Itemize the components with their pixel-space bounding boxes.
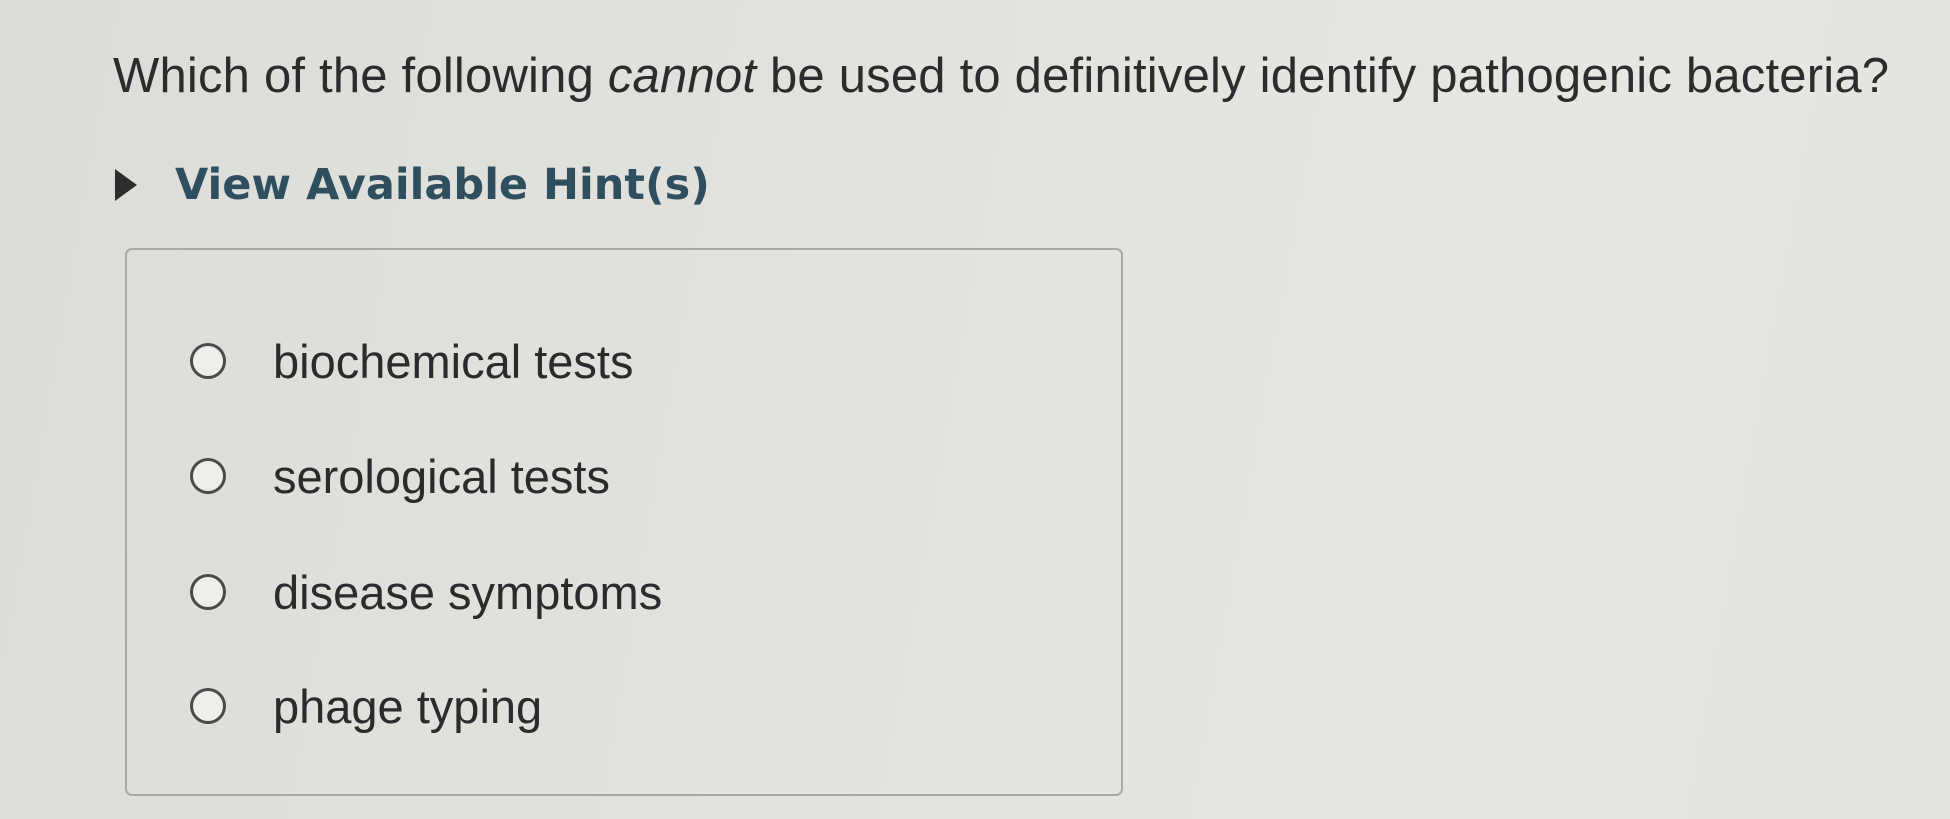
answer-option[interactable]: serological tests: [190, 441, 610, 511]
triangle-right-icon: [115, 169, 137, 201]
answer-option-label: phage typing: [273, 679, 543, 733]
answer-option[interactable]: disease symptoms: [190, 557, 662, 627]
answer-option[interactable]: phage typing: [190, 671, 542, 741]
view-hints-label: View Available Hint(s): [175, 160, 710, 210]
answer-option[interactable]: biochemical tests: [190, 326, 634, 396]
radio-button[interactable]: [190, 458, 226, 494]
question-text: Which of the following cannot be used to…: [113, 28, 1889, 124]
answer-options-panel: biochemical tests serological tests dise…: [125, 248, 1123, 796]
radio-button[interactable]: [190, 343, 226, 379]
answer-option-label: disease symptoms: [273, 565, 663, 619]
question-text-start: Which of the following: [113, 49, 608, 103]
answer-option-label: biochemical tests: [273, 334, 634, 388]
question-text-end: be used to definitively identify pathoge…: [756, 49, 1890, 103]
radio-button[interactable]: [190, 688, 226, 724]
view-hints-toggle[interactable]: View Available Hint(s): [115, 152, 710, 218]
question-emphasis: cannot: [607, 49, 757, 103]
answer-option-label: serological tests: [273, 449, 610, 503]
radio-button[interactable]: [190, 574, 226, 610]
